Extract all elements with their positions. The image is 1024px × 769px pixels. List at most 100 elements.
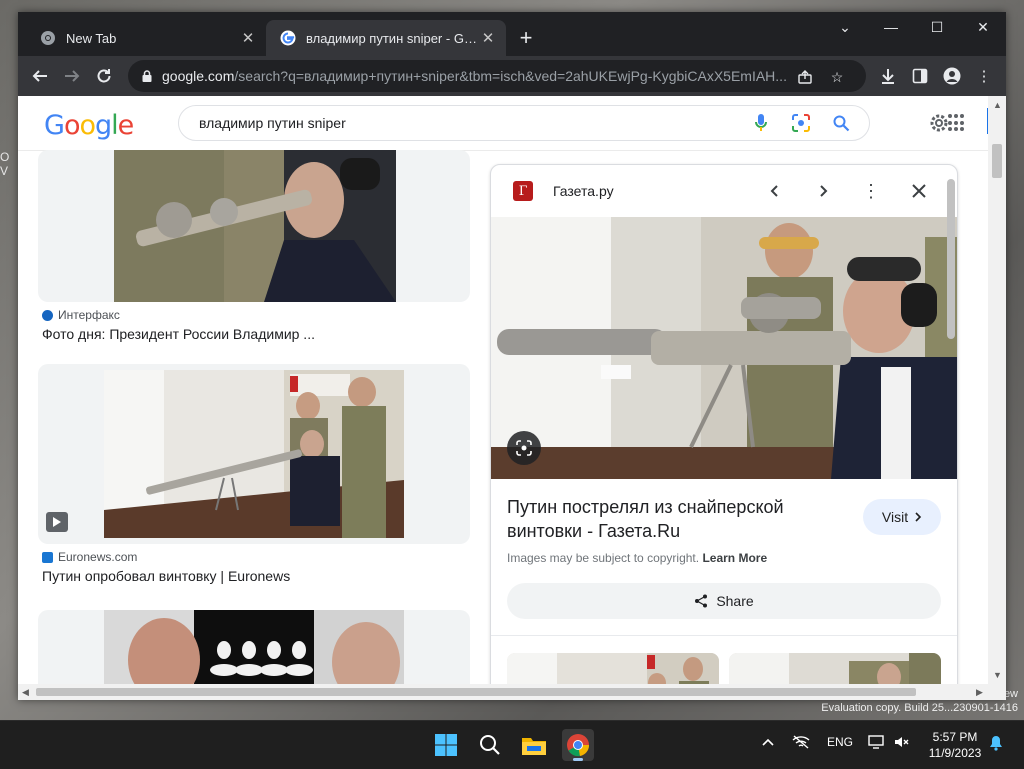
image-result-card[interactable] [38,150,470,302]
visit-button[interactable]: Visit [863,499,941,535]
microphone-icon[interactable] [749,111,773,135]
google-images-page: Google владимир путин sniper Интерфакс Ф… [18,96,1006,700]
result-source-name: Интерфакс [58,308,120,322]
download-icon[interactable] [878,66,898,86]
windows-start-icon[interactable] [430,729,462,761]
close-panel-icon[interactable] [905,177,933,205]
reload-button[interactable] [90,62,118,90]
result-source[interactable]: Интерфакс [42,308,120,322]
address-bar[interactable]: google.com/search?q=владимир+путин+snipe… [128,60,866,92]
clock-date: 11/9/2023 [928,746,982,760]
result-source-name: Euronews.com [58,550,138,564]
new-tab-button[interactable]: + [514,25,538,50]
tab-search-icon[interactable]: ⌄ [822,12,868,42]
tab-strip: New Tab ✕ владимир путин sniper - Google… [18,12,1006,56]
taskbar-search-icon[interactable] [474,729,506,761]
share-page-icon[interactable] [796,68,814,86]
forward-button[interactable] [58,62,86,90]
file-explorer-icon[interactable] [518,729,550,761]
side-panel-icon[interactable] [910,66,930,86]
lock-icon [142,70,152,82]
panel-site-name[interactable]: Газета.ру [553,183,614,199]
tab-new-tab[interactable]: New Tab ✕ [26,20,266,56]
chrome-window: New Tab ✕ владимир путин sniper - Google… [18,12,1006,700]
euronews-icon [42,551,53,563]
google-lens-icon[interactable] [789,111,813,135]
settings-gear-icon[interactable] [928,112,950,134]
google-apps-icon[interactable] [948,114,966,132]
tab-title: New Tab [66,30,117,46]
horizontal-scroll-thumb[interactable] [36,688,916,696]
scroll-right-arrow[interactable]: ▶ [976,687,983,698]
monitor-icon[interactable] [868,735,884,752]
share-icon [695,594,708,608]
chrome-taskbar-icon[interactable] [562,729,594,761]
interfax-icon [42,309,53,321]
scroll-down-arrow[interactable]: ▼ [993,670,1002,680]
chrome-icon [40,30,56,46]
volume-muted-icon[interactable] [894,735,910,752]
visit-label: Visit [881,509,909,525]
notification-bell-icon[interactable] [988,735,1004,754]
url-domain: google.com [162,68,235,84]
close-window-button[interactable]: ✕ [960,12,1006,42]
image-preview-panel: Г Газета.ру ⋮ Путин пострелял из снайпер… [490,164,958,700]
result-title[interactable]: Путин опробовал винтовку | Euronews [42,568,290,584]
google-logo[interactable]: Google [44,110,135,141]
close-tab-icon[interactable]: ✕ [480,30,496,47]
chevron-right-icon [915,512,922,522]
url-path: /search?q=владимир+путин+sniper&tbm=isch… [234,68,787,84]
browser-toolbar: google.com/search?q=владимир+путин+snipe… [18,56,1006,96]
panel-scrollbar[interactable] [947,179,955,339]
page-vertical-scrollbar[interactable]: ▲ ▼ [988,96,1006,700]
minimize-button[interactable]: — [868,12,914,42]
scroll-left-arrow[interactable]: ◀ [22,687,29,698]
result-source[interactable]: Euronews.com [42,550,137,564]
search-input[interactable]: владимир путин sniper [199,115,749,131]
logo-letter: g [95,110,112,141]
logo-letter: e [117,110,135,141]
url-text: google.com/search?q=владимир+путин+snipe… [162,68,802,84]
system-clock[interactable]: 5:57 PM 11/9/2023 [922,729,988,761]
share-button[interactable]: Share [507,583,941,619]
result-thumbnail-image[interactable] [114,150,396,302]
desktop-side-text: O V [0,150,10,178]
search-icon[interactable] [829,111,853,135]
search-box[interactable]: владимир путин sniper [178,105,870,141]
panel-divider [491,635,957,636]
image-result-card[interactable] [38,364,470,544]
desktop-text: O V [0,150,9,178]
network-offline-icon[interactable] [792,735,810,752]
google-header: Google владимир путин sniper [18,96,989,151]
previous-image-icon[interactable] [761,177,789,205]
learn-more-link[interactable]: Learn More [702,551,767,565]
back-button[interactable] [26,62,54,90]
copyright-text: Images may be subject to copyright. [507,551,700,565]
image-results-grid: Интерфакс Фото дня: Президент России Вла… [18,150,488,700]
tab-google-search[interactable]: владимир путин sniper - Google ✕ [266,20,506,56]
result-title[interactable]: Фото дня: Президент России Владимир ... [42,326,315,342]
lens-search-icon[interactable] [507,431,541,465]
language-indicator[interactable]: ENG [827,735,853,749]
logo-letter: o [63,110,81,141]
scroll-up-arrow[interactable]: ▲ [993,100,1002,110]
vertical-scroll-thumb[interactable] [992,144,1002,178]
more-options-icon[interactable]: ⋮ [857,177,885,205]
tab-title: владимир путин sniper - Google [306,30,480,46]
clock-time: 5:57 PM [932,730,978,744]
preview-main-image[interactable] [491,217,957,479]
page-horizontal-scrollbar[interactable]: ◀ ▶ [18,684,988,700]
profile-icon[interactable] [942,66,962,86]
next-image-icon[interactable] [809,177,837,205]
video-play-icon [46,512,68,532]
show-hidden-icons[interactable] [762,735,774,749]
google-g-icon [280,30,296,46]
bookmark-star-icon[interactable]: ☆ [828,68,846,86]
result-thumbnail-image[interactable] [104,370,404,538]
chrome-menu-icon[interactable]: ⋮ [974,66,994,86]
panel-image-title[interactable]: Путин пострелял из снайперской винтовки … [507,495,827,543]
close-tab-icon[interactable]: ✕ [240,30,256,47]
maximize-button[interactable]: ☐ [914,12,960,42]
watermark-line-2: Evaluation copy. Build 25...230901-1416 [821,702,1018,714]
logo-letter: o [79,110,96,141]
